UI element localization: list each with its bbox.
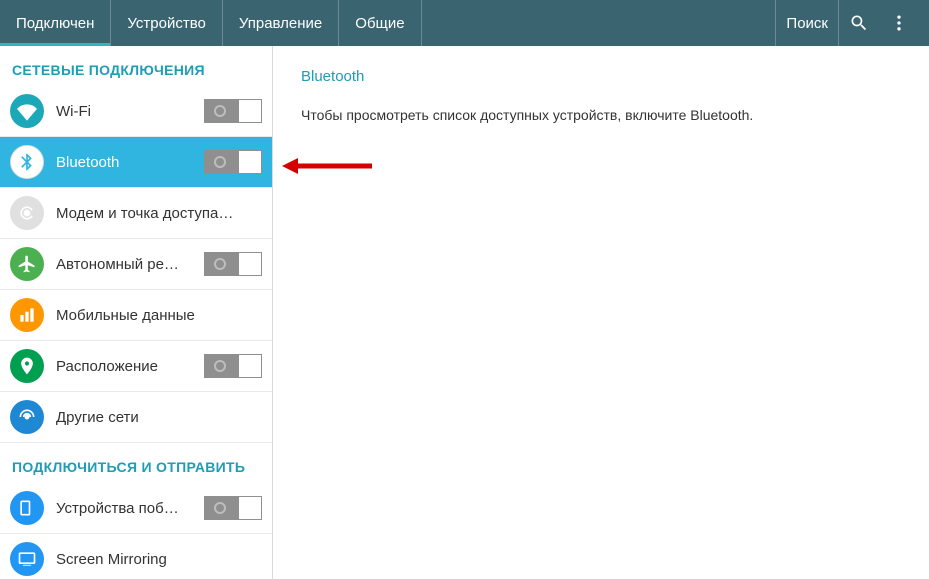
- sidebar-item-airplane[interactable]: Автономный ре…: [0, 239, 272, 290]
- content-title: Bluetooth: [301, 68, 901, 85]
- location-toggle[interactable]: [204, 354, 262, 378]
- tab-general[interactable]: Общие: [339, 0, 421, 46]
- sidebar-item-label: Bluetooth: [56, 154, 204, 171]
- tab-connections[interactable]: Подключен: [0, 0, 111, 46]
- bluetooth-icon: [10, 145, 44, 179]
- hotspot-icon: [10, 196, 44, 230]
- bluetooth-toggle[interactable]: [204, 150, 262, 174]
- section-header-network: СЕТЕВЫЕ ПОДКЛЮЧЕНИЯ: [0, 46, 272, 86]
- sidebar-item-more-networks[interactable]: Другие сети: [0, 392, 272, 443]
- sidebar-item-label: Расположение: [56, 358, 204, 375]
- mirroring-icon: [10, 542, 44, 576]
- airplane-icon: [10, 247, 44, 281]
- app-header: Подключен Устройство Управление Общие По…: [0, 0, 929, 46]
- sidebar-item-label: Screen Mirroring: [56, 551, 262, 568]
- content-pane: Bluetooth Чтобы просмотреть список досту…: [273, 46, 929, 579]
- more-icon[interactable]: [879, 0, 919, 46]
- sidebar-item-hotspot[interactable]: Модем и точка доступа…: [0, 188, 272, 239]
- sidebar-item-mobile-data[interactable]: Мобильные данные: [0, 290, 272, 341]
- nearby-icon: [10, 491, 44, 525]
- content-text: Чтобы просмотреть список доступных устро…: [301, 107, 901, 123]
- tab-device[interactable]: Устройство: [111, 0, 222, 46]
- sidebar-item-nearby[interactable]: Устройства поб…: [0, 483, 272, 534]
- airplane-toggle[interactable]: [204, 252, 262, 276]
- search-icon[interactable]: [839, 0, 879, 46]
- location-icon: [10, 349, 44, 383]
- sidebar-item-label: Мобильные данные: [56, 307, 262, 324]
- wifi-icon: [10, 94, 44, 128]
- sidebar-item-wifi[interactable]: Wi-Fi: [0, 86, 272, 137]
- sidebar-item-label: Другие сети: [56, 409, 262, 426]
- sidebar-item-label: Wi-Fi: [56, 103, 204, 120]
- search-label[interactable]: Поиск: [775, 0, 839, 46]
- header-tabs: Подключен Устройство Управление Общие: [0, 0, 422, 46]
- wifi-toggle[interactable]: [204, 99, 262, 123]
- more-networks-icon: [10, 400, 44, 434]
- header-actions: Поиск: [775, 0, 929, 46]
- sidebar-item-label: Модем и точка доступа…: [56, 205, 262, 222]
- sidebar: СЕТЕВЫЕ ПОДКЛЮЧЕНИЯ Wi-Fi Bluetooth Моде…: [0, 46, 273, 579]
- sidebar-item-label: Устройства поб…: [56, 500, 204, 517]
- tab-control[interactable]: Управление: [223, 0, 339, 46]
- data-icon: [10, 298, 44, 332]
- sidebar-item-location[interactable]: Расположение: [0, 341, 272, 392]
- section-header-connect-send: ПОДКЛЮЧИТЬСЯ И ОТПРАВИТЬ: [0, 443, 272, 483]
- sidebar-item-label: Автономный ре…: [56, 256, 204, 273]
- nearby-toggle[interactable]: [204, 496, 262, 520]
- sidebar-item-bluetooth[interactable]: Bluetooth: [0, 137, 272, 188]
- sidebar-item-screen-mirroring[interactable]: Screen Mirroring: [0, 534, 272, 579]
